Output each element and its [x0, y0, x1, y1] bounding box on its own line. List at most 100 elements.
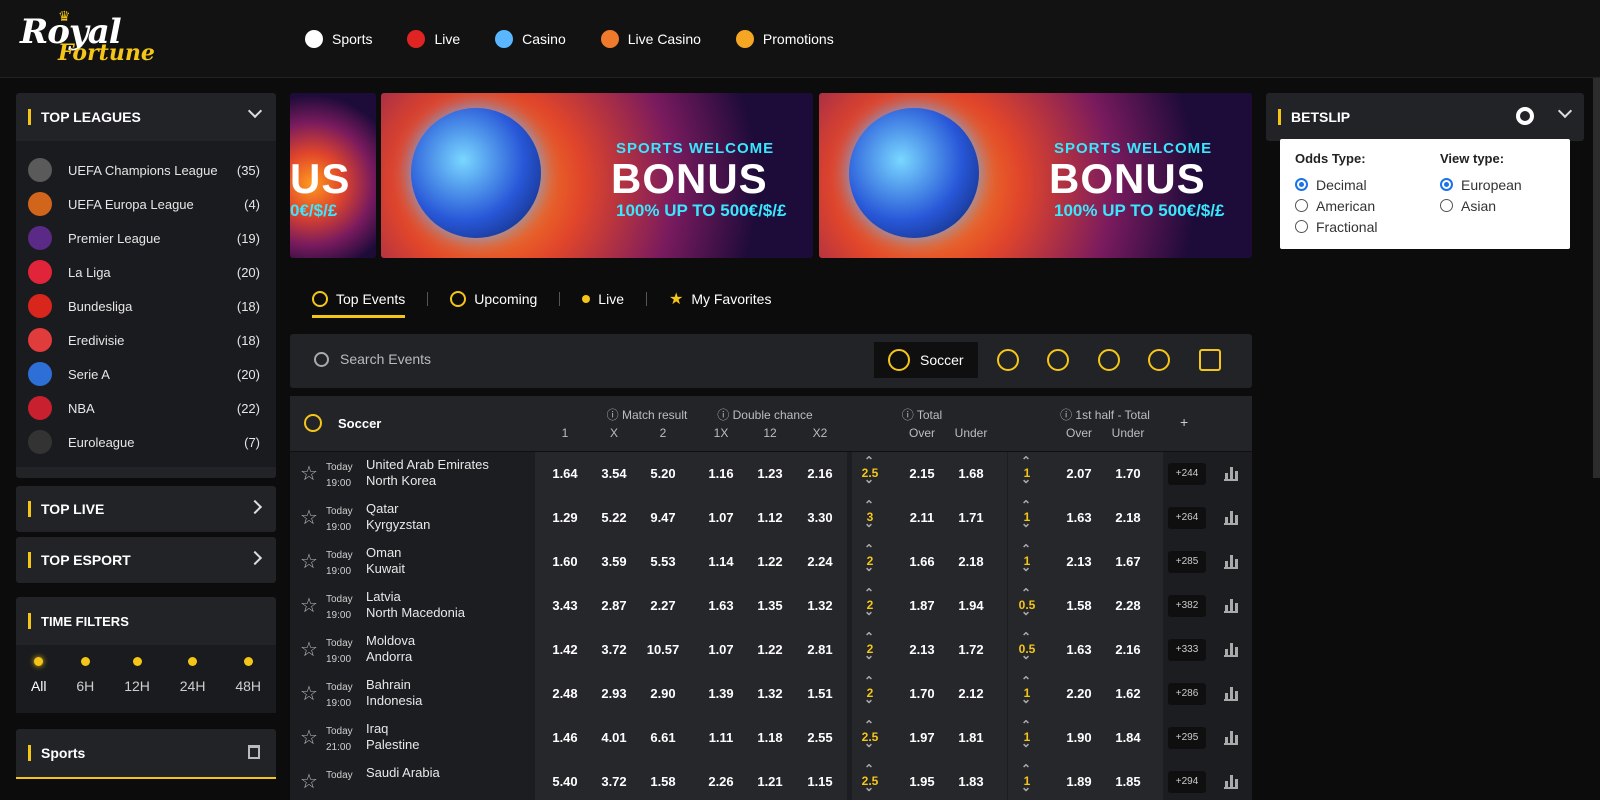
favorite-star-icon[interactable]: ☆	[300, 508, 318, 528]
radio-option-european[interactable]: European	[1440, 174, 1522, 195]
more-markets-button[interactable]: +295	[1168, 727, 1206, 749]
odds-cell[interactable]: 6.61	[639, 730, 687, 745]
half-line-stepper[interactable]: 0.5	[1015, 586, 1039, 618]
chevron-right-icon[interactable]	[247, 550, 263, 566]
odds-cell[interactable]: 2.16	[796, 466, 844, 481]
odds-cell[interactable]: 2.48	[541, 686, 589, 701]
odds-cell[interactable]: 1.71	[947, 510, 995, 525]
search-input[interactable]: Search Events	[340, 351, 431, 367]
total-line-stepper[interactable]: 2	[858, 674, 882, 706]
event-teams[interactable]: Iraq Palestine	[366, 721, 419, 753]
odds-cell[interactable]: 1.95	[898, 774, 946, 789]
radio-option-american[interactable]: American	[1295, 195, 1377, 216]
odds-cell[interactable]: 1.83	[947, 774, 995, 789]
odds-cell[interactable]: 2.12	[947, 686, 995, 701]
odds-cell[interactable]: 1.85	[1104, 774, 1152, 789]
favorite-star-icon[interactable]: ☆	[300, 464, 318, 484]
odds-cell[interactable]: 1.18	[746, 730, 794, 745]
stats-chart-icon[interactable]	[1224, 687, 1238, 701]
odds-cell[interactable]: 2.18	[947, 554, 995, 569]
odds-cell[interactable]: 1.29	[541, 510, 589, 525]
odds-cell[interactable]: 1.11	[697, 730, 745, 745]
nav-promotions[interactable]: Promotions	[735, 26, 834, 52]
stats-chart-icon[interactable]	[1224, 643, 1238, 657]
odds-cell[interactable]: 4.01	[590, 730, 638, 745]
radio-button[interactable]	[1440, 199, 1453, 212]
total-line-stepper[interactable]: 2.5	[858, 454, 882, 486]
sport-filter-basketball[interactable]	[990, 342, 1026, 378]
favorite-star-icon[interactable]: ☆	[300, 684, 318, 704]
odds-cell[interactable]: 5.40	[541, 774, 589, 789]
odds-cell[interactable]: 5.53	[639, 554, 687, 569]
odds-cell[interactable]: 1.64	[541, 466, 589, 481]
favorite-star-icon[interactable]: ☆	[300, 772, 318, 792]
odds-cell[interactable]: 1.42	[541, 642, 589, 657]
odds-cell[interactable]: 1.35	[746, 598, 794, 613]
league-item[interactable]: Premier League (19)	[16, 221, 276, 255]
half-line-stepper[interactable]: 1	[1015, 498, 1039, 530]
odds-cell[interactable]: 2.16	[1104, 642, 1152, 657]
radio-option-asian[interactable]: Asian	[1440, 195, 1522, 216]
odds-cell[interactable]: 1.97	[898, 730, 946, 745]
total-line-stepper[interactable]: 2	[858, 586, 882, 618]
odds-cell[interactable]: 1.07	[697, 642, 745, 657]
time-filter-all[interactable]: All	[31, 657, 47, 713]
odds-cell[interactable]: 1.21	[746, 774, 794, 789]
total-line-stepper[interactable]: 2	[858, 542, 882, 574]
odds-cell[interactable]: 1.58	[639, 774, 687, 789]
league-item[interactable]: Serie A (20)	[16, 357, 276, 391]
radio-button[interactable]	[1295, 220, 1308, 233]
tab-top-events[interactable]: Top Events	[312, 284, 406, 318]
stats-chart-icon[interactable]	[1224, 467, 1238, 481]
odds-cell[interactable]: 2.11	[898, 510, 946, 525]
odds-cell[interactable]: 1.68	[947, 466, 995, 481]
odds-cell[interactable]: 2.07	[1055, 466, 1103, 481]
league-item[interactable]: Eredivisie (18)	[16, 323, 276, 357]
half-line-stepper[interactable]: 1	[1015, 718, 1039, 750]
favorite-star-icon[interactable]: ☆	[300, 552, 318, 572]
radio-option-fractional[interactable]: Fractional	[1295, 216, 1377, 237]
radio-button[interactable]	[1440, 178, 1453, 191]
top-live-panel[interactable]: TOP LIVE	[16, 486, 276, 532]
odds-cell[interactable]: 2.15	[898, 466, 946, 481]
odds-cell[interactable]: 2.13	[898, 642, 946, 657]
sport-filter-tennis[interactable]	[1040, 342, 1076, 378]
favorite-star-icon[interactable]: ☆	[300, 640, 318, 660]
odds-cell[interactable]: 2.20	[1055, 686, 1103, 701]
league-item[interactable]: La Liga (20)	[16, 255, 276, 289]
event-teams[interactable]: United Arab Emirates North Korea	[366, 457, 489, 489]
promo-banner-1[interactable]: SPORTS WELCOME BONUS 100% UP TO 500€/$/£	[381, 93, 813, 258]
league-item[interactable]: NBA (22)	[16, 391, 276, 425]
odds-cell[interactable]: 2.81	[796, 642, 844, 657]
tab-my-favorites[interactable]: ★ My Favorites	[669, 284, 771, 314]
odds-cell[interactable]: 1.89	[1055, 774, 1103, 789]
event-teams[interactable]: Moldova Andorra	[366, 633, 415, 665]
odds-cell[interactable]: 1.84	[1104, 730, 1152, 745]
odds-cell[interactable]: 1.63	[697, 598, 745, 613]
chevron-down-icon[interactable]	[247, 103, 263, 119]
event-teams[interactable]: Qatar Kyrgyzstan	[366, 501, 430, 533]
more-markets-button[interactable]: +382	[1168, 595, 1206, 617]
more-markets-button[interactable]: +285	[1168, 551, 1206, 573]
sport-filter-soccer[interactable]: Soccer	[874, 342, 978, 378]
time-filter-12h[interactable]: 12H	[124, 657, 150, 713]
odds-cell[interactable]: 3.72	[590, 774, 638, 789]
odds-cell[interactable]: 2.87	[590, 598, 638, 613]
top-esport-panel[interactable]: TOP ESPORT	[16, 537, 276, 583]
event-teams[interactable]: Latvia North Macedonia	[366, 589, 465, 621]
sport-filter-rugby[interactable]	[1141, 342, 1177, 378]
odds-cell[interactable]: 1.62	[1104, 686, 1152, 701]
nav-sports[interactable]: Sports	[305, 26, 372, 52]
favorite-star-icon[interactable]: ☆	[300, 596, 318, 616]
odds-cell[interactable]: 1.15	[796, 774, 844, 789]
odds-cell[interactable]: 1.94	[947, 598, 995, 613]
half-line-stepper[interactable]: 1	[1015, 762, 1039, 794]
top-esport-header[interactable]: TOP ESPORT	[16, 537, 276, 583]
favorite-star-icon[interactable]: ☆	[300, 728, 318, 748]
time-filter-48h[interactable]: 48H	[235, 657, 261, 713]
more-markets-button[interactable]: +333	[1168, 639, 1206, 661]
gear-icon[interactable]	[1516, 107, 1534, 125]
odds-cell[interactable]: 1.51	[796, 686, 844, 701]
league-item[interactable]: Bundesliga (18)	[16, 289, 276, 323]
radio-button[interactable]	[1295, 199, 1308, 212]
